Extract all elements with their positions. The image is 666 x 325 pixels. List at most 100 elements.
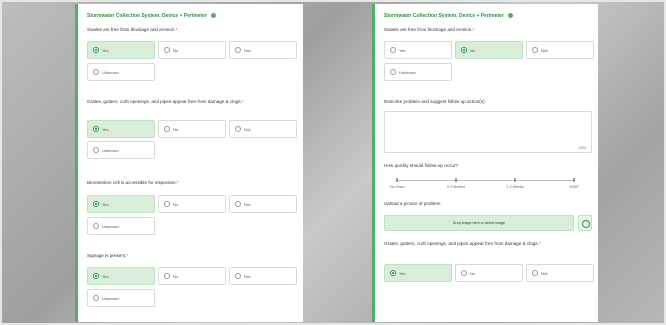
slider-stop-label: Too Rush — [389, 185, 405, 189]
option-label: No — [470, 48, 476, 53]
describe-label: Describe problem and suggest follow up a… — [384, 99, 584, 105]
option-na[interactable]: N/A — [229, 267, 297, 285]
form-card-left: Stormwater Collection System, Device + P… — [75, 4, 303, 322]
option-label: Unknown — [102, 148, 119, 153]
slider-stop-label: 2-3 Months — [447, 185, 465, 189]
radio-icon — [532, 270, 538, 276]
option-yes[interactable]: Yes — [87, 267, 155, 285]
option-no[interactable]: No — [158, 41, 226, 59]
option-label: N/A — [244, 274, 251, 279]
image-dropzone[interactable]: Drop image here or select image — [384, 215, 574, 231]
option-no[interactable]: No — [158, 195, 226, 213]
option-na[interactable]: N/A — [526, 41, 594, 59]
option-label: Yes — [102, 127, 109, 132]
section-title-text: Stormwater Collection System, Device + P… — [87, 13, 207, 19]
option-label: Yes — [399, 271, 406, 276]
followup-label: How quickly should follow-up occur? — [384, 163, 584, 169]
option-label: No — [173, 202, 179, 207]
slider-tick — [514, 178, 516, 182]
option-label: No — [173, 274, 179, 279]
camera-upload-button[interactable] — [578, 215, 592, 231]
radio-icon — [164, 47, 170, 53]
option-na[interactable]: N/A — [229, 120, 297, 138]
option-label: No — [470, 271, 476, 276]
info-icon[interactable] — [508, 13, 514, 19]
followup-slider[interactable] — [397, 180, 575, 181]
question-label: Bioretention cell is accessible for insp… — [87, 180, 179, 185]
radio-selected-icon — [93, 201, 99, 207]
option-unknown[interactable]: Unknown — [384, 63, 452, 81]
option-yes[interactable]: Yes — [384, 41, 452, 59]
radio-icon — [235, 201, 241, 207]
option-yes[interactable]: Yes — [384, 264, 452, 282]
radio-icon — [164, 201, 170, 207]
option-label: Unknown — [102, 296, 119, 301]
option-unknown[interactable]: Unknown — [87, 63, 155, 81]
radio-icon — [390, 47, 396, 53]
option-label: Yes — [102, 48, 109, 53]
question-text: Grates, gutters, curb openings, and pipe… — [87, 99, 242, 104]
slider-tick — [455, 178, 457, 182]
describe-label-text: Describe problem and suggest follow up a… — [384, 99, 485, 104]
option-label: No — [173, 48, 179, 53]
question-label: Grates, gutters, curb openings, and pipe… — [384, 241, 541, 246]
radio-icon — [93, 147, 99, 153]
dropzone-text: Drop image here or select image — [452, 221, 506, 225]
radio-icon — [164, 126, 170, 132]
option-no[interactable]: No — [158, 267, 226, 285]
radio-icon — [461, 270, 467, 276]
option-label: N/A — [244, 48, 251, 53]
info-icon[interactable] — [211, 13, 217, 19]
question-label: Signage is present.* — [87, 253, 129, 258]
option-label: Yes — [102, 202, 109, 207]
slider-stop-label: ASAP — [569, 185, 579, 189]
slider-tick — [573, 178, 575, 182]
radio-icon — [93, 69, 99, 75]
option-na[interactable]: N/A — [526, 264, 594, 282]
option-unknown[interactable]: Unknown — [87, 141, 155, 159]
option-yes[interactable]: Yes — [87, 41, 155, 59]
option-label: N/A — [541, 271, 548, 276]
option-label: N/A — [541, 48, 548, 53]
problem-description-textarea[interactable]: 1000 — [384, 111, 592, 153]
option-unknown[interactable]: Unknown — [87, 217, 155, 235]
question-text: Swales are free from blockage and erosio… — [87, 27, 176, 32]
radio-selected-icon — [93, 273, 99, 279]
section-title: Stormwater Collection System, Device + P… — [87, 13, 217, 19]
radio-selected-icon — [461, 47, 467, 53]
radio-icon — [235, 47, 241, 53]
option-yes[interactable]: Yes — [87, 120, 155, 138]
question-label: Swales are free from blockage and erosio… — [87, 27, 178, 32]
radio-icon — [164, 273, 170, 279]
option-label: Yes — [399, 48, 406, 53]
question-text: Bioretention cell is accessible for insp… — [87, 180, 177, 185]
option-label: No — [173, 127, 179, 132]
question-label: Grates, gutters, curb openings, and pipe… — [87, 99, 244, 104]
radio-icon — [93, 223, 99, 229]
question-text: Grates, gutters, curb openings, and pipe… — [384, 241, 539, 246]
option-no[interactable]: No — [158, 120, 226, 138]
option-label: N/A — [244, 202, 251, 207]
option-label: Unknown — [102, 70, 119, 75]
form-card-right: Stormwater Collection System, Device + P… — [372, 4, 598, 322]
radio-icon — [390, 69, 396, 75]
radio-selected-icon — [93, 126, 99, 132]
option-no[interactable]: No — [455, 41, 523, 59]
option-no[interactable]: No — [455, 264, 523, 282]
radio-icon — [532, 47, 538, 53]
upload-label-text: Upload a picture of problem — [384, 201, 441, 206]
followup-label-text: How quickly should follow-up occur? — [384, 163, 459, 168]
option-yes[interactable]: Yes — [87, 195, 155, 213]
option-na[interactable]: N/A — [229, 41, 297, 59]
radio-selected-icon — [93, 47, 99, 53]
option-unknown[interactable]: Unknown — [87, 289, 155, 307]
option-na[interactable]: N/A — [229, 195, 297, 213]
radio-icon — [93, 295, 99, 301]
radio-selected-icon — [390, 270, 396, 276]
question-text: Swales are free from blockage and erosio… — [384, 27, 473, 32]
section-title: Stormwater Collection System, Device + P… — [384, 13, 514, 19]
upload-label: Upload a picture of problem — [384, 201, 584, 207]
question-label: Swales are free from blockage and erosio… — [384, 27, 475, 32]
option-label: Unknown — [102, 224, 119, 229]
radio-icon — [235, 273, 241, 279]
